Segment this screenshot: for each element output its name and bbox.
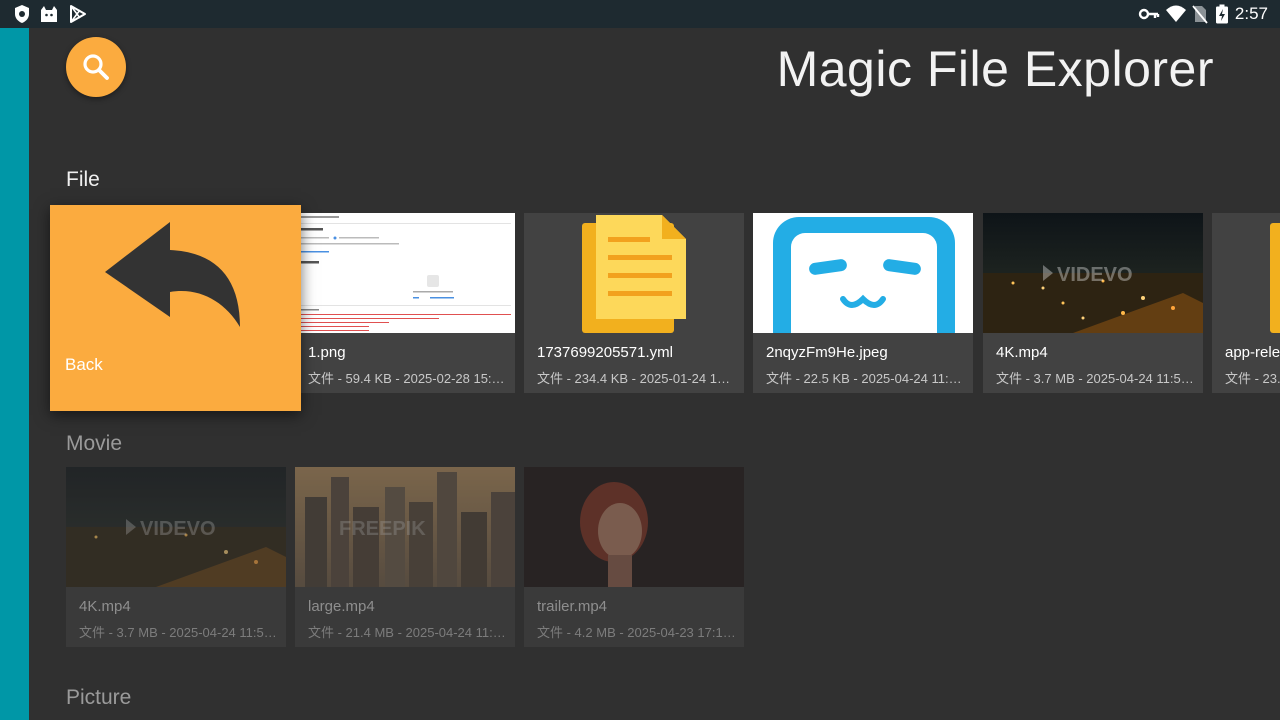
wifi-icon: [1166, 5, 1186, 22]
app-title: Magic File Explorer: [776, 41, 1214, 97]
search-button[interactable]: [66, 37, 126, 97]
search-icon: [83, 54, 109, 80]
file-name: trailer.mp4: [537, 598, 608, 615]
file-meta: 文件 - 234.4 KB - 2025-01-24 14:1...: [537, 371, 737, 386]
watermark-text: VIDEVO: [1057, 264, 1133, 286]
file-meta: 文件 - 3.7 MB - 2025-04-24 11:57:...: [79, 625, 279, 640]
screenshot-thumbnail: [295, 213, 515, 333]
reply-arrow-icon: [105, 222, 240, 327]
movie-card-large-mp4[interactable]: FREEPIK large.mp4 文件 - 21.4 MB - 2025-04…: [295, 467, 515, 647]
file-name: 2nqyzFm9He.jpeg: [766, 344, 888, 361]
bilibili-tv-icon: [753, 213, 973, 333]
back-label: Back: [65, 355, 103, 374]
shield-icon: [15, 5, 29, 23]
cat-icon: [41, 6, 57, 22]
video-thumbnail: VIDEVO: [66, 467, 286, 587]
movie-card-trailer-mp4[interactable]: trailer.mp4 文件 - 4.2 MB - 2025-04-23 17:…: [524, 467, 744, 647]
video-thumbnail: FREEPIK: [295, 467, 515, 587]
side-accent-strip: [0, 28, 29, 720]
file-name: app-relea: [1225, 344, 1280, 361]
file-meta: 文件 - 4.2 MB - 2025-04-23 17:12:...: [537, 625, 737, 640]
file-meta: 文件 - 22.5 KB - 2025-04-24 11:06:...: [766, 371, 966, 386]
screen: 2:57 Magic File Explorer File Back 1.png…: [0, 0, 1280, 720]
video-thumbnail: [524, 467, 744, 587]
video-thumbnail: VIDEVO: [983, 213, 1203, 333]
watermark-text: VIDEVO: [140, 518, 216, 540]
section-title-file: File: [66, 168, 100, 191]
back-button[interactable]: Back: [50, 205, 301, 411]
status-time: 2:57: [1234, 4, 1268, 23]
file-name: large.mp4: [308, 598, 375, 615]
watermark-text: FREEPIK: [339, 518, 426, 540]
file-card-app-release[interactable]: app-relea 文件 - 23.: [1212, 213, 1280, 393]
file-card-jpeg[interactable]: 2nqyzFm9He.jpeg 文件 - 22.5 KB - 2025-04-2…: [753, 213, 973, 393]
file-meta: 文件 - 23.: [1225, 371, 1280, 386]
file-card-1-png[interactable]: 1.png 文件 - 59.4 KB - 2025-02-28 15:04:..…: [295, 213, 515, 393]
document-icon: [1212, 213, 1280, 333]
battery-charging-icon: [1216, 4, 1228, 24]
no-sim-icon: [1192, 5, 1208, 24]
file-meta: 文件 - 59.4 KB - 2025-02-28 15:04:...: [308, 371, 508, 386]
play-store-icon: [70, 5, 86, 23]
movie-card-4k-mp4[interactable]: VIDEVO 4K.mp4 文件 - 3.7 MB - 2025-04-24 1…: [66, 467, 286, 647]
file-name: 4K.mp4: [996, 344, 1048, 361]
file-card-4k-mp4[interactable]: VIDEVO 4K.mp4 文件 - 3.7 MB - 2025-04-24 1…: [983, 213, 1203, 393]
section-title-movie: Movie: [66, 432, 123, 455]
file-name: 4K.mp4: [79, 598, 131, 615]
status-bar: 2:57: [0, 0, 1280, 28]
section-title-picture: Picture: [66, 686, 132, 709]
file-meta: 文件 - 21.4 MB - 2025-04-24 11:56...: [308, 625, 508, 640]
file-name: 1737699205571.yml: [537, 344, 673, 361]
file-meta: 文件 - 3.7 MB - 2025-04-24 11:57:...: [996, 371, 1196, 386]
file-card-yml[interactable]: 1737699205571.yml 文件 - 234.4 KB - 2025-0…: [524, 213, 744, 393]
file-name: 1.png: [308, 344, 346, 361]
key-icon: [1138, 8, 1160, 20]
document-icon: [524, 213, 744, 333]
